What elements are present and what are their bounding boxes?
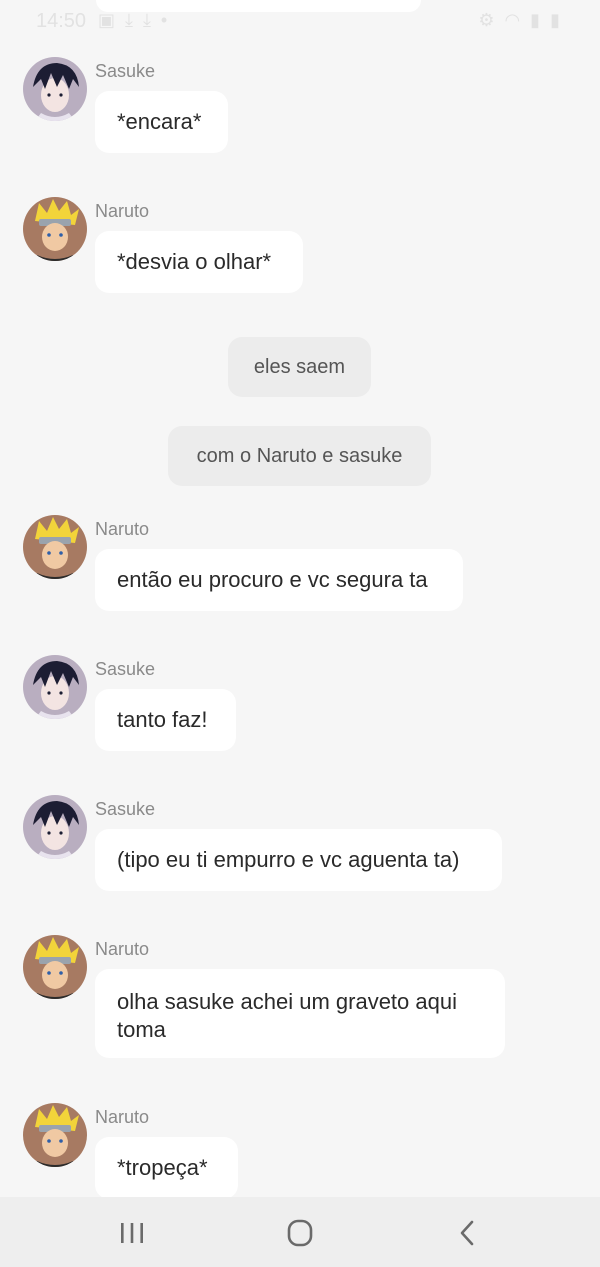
status-time: 14:50 <box>36 10 87 32</box>
sasuke-avatar-icon <box>23 57 87 121</box>
sasuke-avatar-icon <box>23 795 87 859</box>
avatar[interactable] <box>23 795 87 859</box>
message-bubble[interactable]: (tipo eu ti empurro e vc aguenta ta) <box>95 829 502 891</box>
sender-name: Naruto <box>95 1107 150 1127</box>
message-bubble[interactable]: tanto faz! <box>95 689 236 751</box>
avatar[interactable] <box>23 515 87 579</box>
avatar[interactable] <box>23 57 87 121</box>
system-status-icons: ⚙◠▮▮ <box>478 10 570 30</box>
sender-name: Sasuke <box>95 799 156 819</box>
message-bubble[interactable]: *tropeça* <box>95 1137 238 1199</box>
navigation-bar <box>0 1197 600 1267</box>
previous-message-bubble <box>96 0 421 12</box>
recent-apps-button[interactable] <box>112 1215 152 1251</box>
recent-apps-icon <box>121 1223 143 1243</box>
avatar[interactable] <box>23 1103 87 1167</box>
avatar[interactable] <box>23 655 87 719</box>
system-message: eles saem <box>228 337 371 397</box>
sender-name: Naruto <box>95 519 150 539</box>
sender-name: Naruto <box>95 201 150 221</box>
message-bubble[interactable]: olha sasuke achei um graveto aqui toma <box>95 969 505 1058</box>
message-bubble[interactable]: então eu procuro e vc segura ta <box>95 549 463 611</box>
sasuke-avatar-icon <box>23 655 87 719</box>
sender-name: Sasuke <box>95 659 156 679</box>
message-bubble[interactable]: *encara* <box>95 91 228 153</box>
back-button[interactable] <box>448 1215 488 1251</box>
naruto-avatar-icon <box>23 515 87 579</box>
system-message: com o Naruto e sasuke <box>168 426 431 486</box>
message-bubble[interactable]: *desvia o olhar* <box>95 231 303 293</box>
avatar[interactable] <box>23 935 87 999</box>
naruto-avatar-icon <box>23 197 87 261</box>
sender-name: Sasuke <box>95 61 156 81</box>
notification-icons: ▣⤓⤓• <box>98 10 178 30</box>
naruto-avatar-icon <box>23 1103 87 1167</box>
naruto-avatar-icon <box>23 935 87 999</box>
avatar[interactable] <box>23 197 87 261</box>
back-icon <box>460 1220 474 1246</box>
sender-name: Naruto <box>95 939 150 959</box>
home-button[interactable] <box>280 1215 320 1251</box>
home-icon <box>287 1219 313 1247</box>
